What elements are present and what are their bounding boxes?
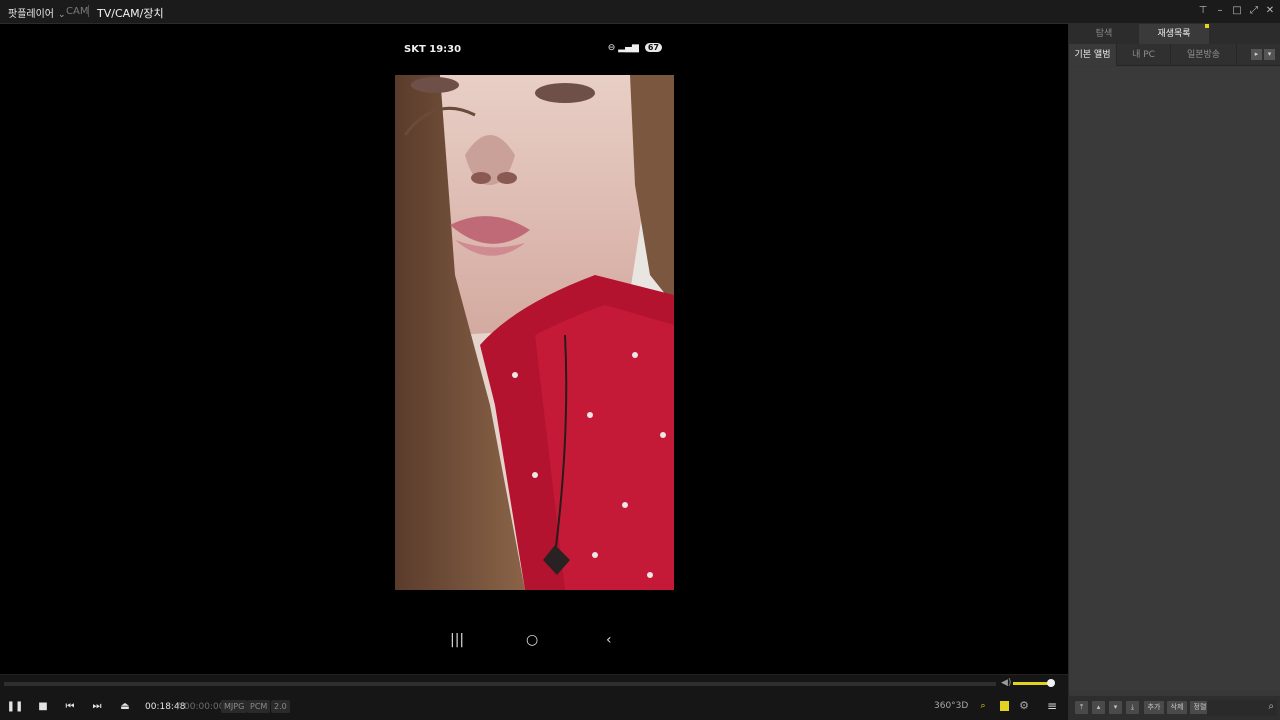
- vr-360-button[interactable]: 360°: [934, 698, 956, 714]
- subtitle-button[interactable]: [998, 698, 1010, 714]
- next-button[interactable]: ⏭: [87, 699, 107, 715]
- subtab-basic-album[interactable]: 기본 앨범: [1069, 44, 1117, 66]
- tab-explore[interactable]: 탐색: [1069, 24, 1139, 44]
- control-bar: ◀) ❚❚ ■ ⏮ ⏭ ⏏ 00:18:48 / 00:00:00 MJPG P…: [0, 674, 1068, 720]
- battery-badge: 67: [644, 43, 662, 52]
- volume-slider[interactable]: [1013, 679, 1055, 687]
- total-time: 00:00:00: [184, 702, 225, 712]
- signal-icon: ▂▄▆: [618, 43, 639, 53]
- pin-icon[interactable]: ⊤: [1196, 4, 1210, 18]
- album-subtabs: 기본 앨범 내 PC 일본방송 ▸ ▾: [1069, 44, 1280, 66]
- eject-button[interactable]: ⏏: [115, 699, 135, 715]
- move-down-icon[interactable]: ▾: [1109, 701, 1122, 714]
- playlist-list[interactable]: [1069, 67, 1280, 691]
- chevron-down-icon: ⌄: [58, 10, 66, 20]
- fullscreen-icon[interactable]: ⤢: [1247, 4, 1261, 18]
- panel-tabs: 탐색 재생목록: [1069, 24, 1280, 44]
- playlist-panel: 탐색 재생목록 기본 앨범 내 PC 일본방송 ▸ ▾ ⤒ ▴ ▾ ⤓ 추가 삭…: [1068, 24, 1280, 720]
- maximize-icon[interactable]: □: [1230, 4, 1244, 18]
- video-frame-image: [395, 75, 674, 590]
- breadcrumb-cam[interactable]: CAM: [66, 6, 88, 17]
- time-separator: /: [177, 702, 181, 712]
- video-codec-badge[interactable]: MJPG: [221, 700, 248, 713]
- volume-icon[interactable]: ◀): [1001, 678, 1011, 688]
- volume-fill: [1013, 682, 1051, 685]
- recent-apps-icon[interactable]: |||: [450, 632, 464, 648]
- pause-button[interactable]: ❚❚: [5, 699, 25, 715]
- move-top-icon[interactable]: ⤒: [1075, 701, 1088, 714]
- search-icon[interactable]: ⌕: [1268, 701, 1274, 712]
- capture-search-icon[interactable]: ⌕: [975, 698, 991, 714]
- title-bar: 팟플레이어 ⌄ CAM TV/CAM/장치 ⊤ – □ ⤢ ✕: [0, 0, 1280, 24]
- gear-icon[interactable]: ⚙: [1016, 698, 1032, 714]
- close-icon[interactable]: ✕: [1263, 4, 1277, 18]
- subtab-japan-broadcast[interactable]: 일본방송: [1171, 44, 1237, 66]
- breadcrumb-divider: [88, 5, 89, 17]
- page-title: TV/CAM/장치: [97, 7, 164, 20]
- back-icon[interactable]: ‹: [606, 632, 612, 648]
- volume-knob[interactable]: [1046, 679, 1055, 687]
- video-frame: [395, 75, 674, 590]
- previous-button[interactable]: ⏮: [60, 699, 80, 715]
- scroll-right-icon[interactable]: ▸: [1251, 49, 1262, 60]
- seek-bar[interactable]: [4, 682, 996, 686]
- add-button[interactable]: 추가: [1144, 701, 1164, 714]
- minimize-icon[interactable]: –: [1213, 4, 1227, 18]
- phone-status-bar: SKT 19:30 ⊖ ▂▄▆ 67: [394, 42, 666, 60]
- tab-playlist[interactable]: 재생목록: [1139, 24, 1209, 44]
- subtab-my-pc[interactable]: 내 PC: [1117, 44, 1171, 66]
- app-menu-button[interactable]: 팟플레이어 ⌄: [8, 5, 66, 20]
- carrier-time-text: SKT 19:30: [404, 44, 462, 55]
- tab-active-marker: [1205, 24, 1209, 28]
- phone-nav-bar: ||| ○ ‹: [440, 632, 630, 656]
- audio-channels-badge[interactable]: 2.0: [271, 700, 290, 713]
- video-viewport[interactable]: SKT 19:30 ⊖ ▂▄▆ 67 ||| ○ ‹: [0, 24, 1068, 674]
- panel-bottom-bar: ⤒ ▴ ▾ ⤓ 추가 삭제 정렬 ⌕: [1069, 696, 1280, 720]
- menu-icon[interactable]: ≡: [1044, 698, 1060, 714]
- dnd-icon: ⊖: [607, 43, 616, 53]
- move-bottom-icon[interactable]: ⤓: [1126, 701, 1139, 714]
- stop-button[interactable]: ■: [33, 699, 53, 715]
- status-icons: ⊖ ▂▄▆ 67: [608, 43, 662, 53]
- home-icon[interactable]: ○: [526, 632, 538, 648]
- delete-button[interactable]: 삭제: [1167, 701, 1187, 714]
- app-menu-label: 팟플레이어: [8, 9, 54, 20]
- audio-codec-badge[interactable]: PCM: [247, 700, 271, 713]
- chevron-down-icon[interactable]: ▾: [1264, 49, 1275, 60]
- 3d-button[interactable]: 3D: [954, 698, 970, 714]
- playlist-search-input[interactable]: ⌕: [1207, 700, 1277, 716]
- subtitle-icon: [999, 701, 1009, 711]
- move-up-icon[interactable]: ▴: [1092, 701, 1105, 714]
